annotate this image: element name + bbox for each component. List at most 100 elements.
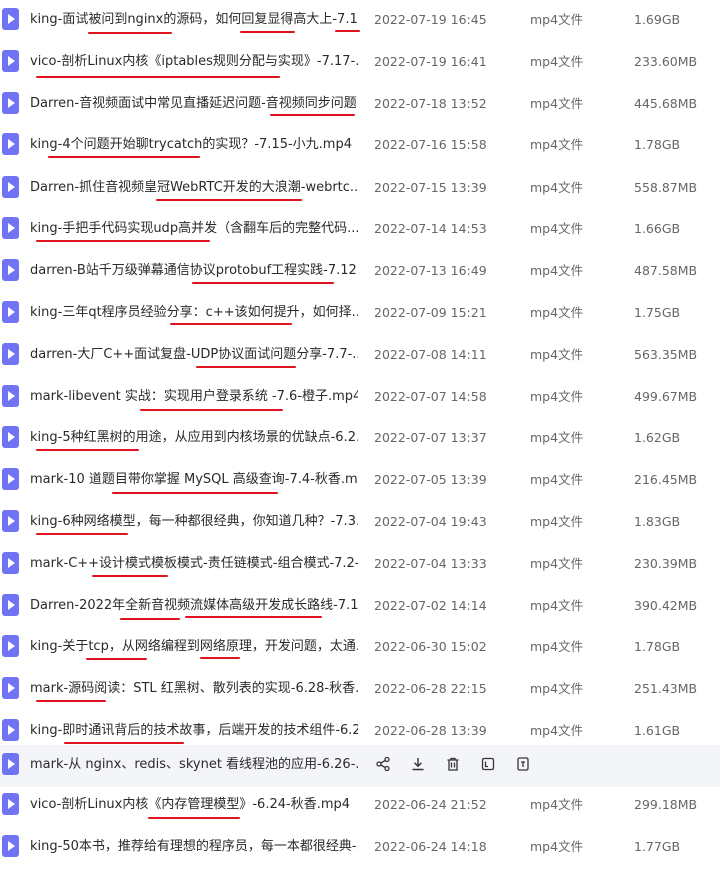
file-name[interactable]: king-即时通讯背后的技术故事，后端开发的技术组件-6.2...	[30, 722, 358, 740]
file-row[interactable]: mark-源码阅读：STL 红黑树、散列表的实现-6.28-秋香... 2022-…	[0, 669, 720, 711]
file-type: mp4文件	[530, 723, 584, 738]
file-row[interactable]: king-50本书，推荐给有理想的程序员，每一本都很经典-... 2022-06-…	[0, 827, 720, 869]
video-file-icon	[2, 753, 19, 775]
file-type: mp4文件	[530, 389, 584, 404]
file-row[interactable]: Darren-音视频面试中常见直播延迟问题-音视频同步问题... 2022-07-…	[0, 84, 720, 126]
file-type: mp4文件	[530, 96, 584, 111]
file-row[interactable]: Darren-2022年全新音视频流媒体高级开发成长路线-7.1-... 2022…	[0, 586, 720, 628]
red-annotation-underline	[156, 199, 302, 201]
file-date: 2022-07-02 14:14	[374, 598, 487, 613]
video-file-icon	[2, 8, 19, 30]
file-date: 2022-07-19 16:41	[374, 54, 487, 69]
file-name[interactable]: vico-剖析Linux内核《iptables规则分配与实现》-7.17-...	[30, 53, 358, 71]
file-row[interactable]: king-6种网络模型，每一种都很经典，你知道几种？-7.3... 2022-07…	[0, 502, 720, 544]
file-type: mp4文件	[530, 221, 584, 236]
video-file-icon	[2, 385, 19, 407]
file-name[interactable]: darren-B站千万级弹幕通信协议protobuf工程实践-7.12...	[30, 262, 358, 280]
file-name[interactable]: darren-大厂C++面试复盘-UDP协议面试问题分享-7.7-...	[30, 346, 358, 364]
more-icon	[515, 756, 531, 776]
video-file-icon	[2, 793, 19, 815]
file-date: 2022-07-19 16:45	[374, 12, 487, 27]
file-row[interactable]: mark-libevent 实战：实现用户登录系统 -7.6-橙子.mp4 202…	[0, 377, 720, 419]
video-file-icon	[2, 217, 19, 239]
file-size: 499.67MB	[634, 389, 698, 404]
file-name[interactable]: mark-libevent 实战：实现用户登录系统 -7.6-橙子.mp4	[30, 388, 358, 406]
download-button[interactable]	[407, 755, 429, 777]
file-size: 487.58MB	[634, 263, 698, 278]
file-name[interactable]: king-三年qt程序员经验分享：c++该如何提升，如何择...	[30, 304, 358, 322]
file-row[interactable]: king-面试被问到nginx的源码，如何回复显得高大上-7.1... 2022-…	[0, 0, 720, 42]
file-type: mp4文件	[530, 472, 584, 487]
video-file-icon	[2, 510, 19, 532]
file-row[interactable]: king-三年qt程序员经验分享：c++该如何提升，如何择... 2022-07-…	[0, 293, 720, 335]
video-file-icon	[2, 426, 19, 448]
file-row[interactable]: king-手把手代码实现udp高并发（含翻车后的完整代码... 2022-07-1…	[0, 209, 720, 251]
video-file-icon	[2, 301, 19, 323]
video-file-icon	[2, 552, 19, 574]
file-list: king-面试被问到nginx的源码，如何回复显得高大上-7.1... 2022-…	[0, 0, 720, 865]
file-row[interactable]: king-5种红黑树的用途，从应用到内核场景的优缺点-6.2... 2022-07…	[0, 418, 720, 460]
red-annotation-underline	[36, 76, 280, 78]
delete-icon	[445, 756, 461, 776]
file-name[interactable]: king-5种红黑树的用途，从应用到内核场景的优缺点-6.2...	[30, 429, 358, 447]
text-extract-button[interactable]	[477, 755, 499, 777]
file-name[interactable]: mark-10 道题目带你掌握 MySQL 高级查询-7.4-秋香.m...	[30, 471, 358, 489]
red-annotation-underline	[86, 658, 147, 660]
video-file-icon	[2, 259, 19, 281]
file-size: 233.60MB	[634, 54, 698, 69]
red-annotation-underline	[240, 31, 295, 33]
file-date: 2022-07-07 14:58	[374, 389, 487, 404]
file-name[interactable]: vico-剖析Linux内核《内存管理模型》-6.24-秋香.mp4	[30, 796, 358, 814]
file-name[interactable]: king-6种网络模型，每一种都很经典，你知道几种？-7.3...	[30, 513, 358, 531]
video-file-icon	[2, 594, 19, 616]
file-date: 2022-06-24 14:18	[374, 839, 487, 854]
file-row[interactable]: mark-C++设计模式模板模式-责任链模式-组合模式-7.2-... 2022-…	[0, 544, 720, 586]
file-date: 2022-06-28 13:39	[374, 723, 487, 738]
file-size: 390.42MB	[634, 598, 698, 613]
file-name[interactable]: king-手把手代码实现udp高并发（含翻车后的完整代码...	[30, 220, 358, 238]
file-name[interactable]: king-50本书，推荐给有理想的程序员，每一本都很经典-...	[30, 838, 358, 856]
share-icon	[375, 756, 391, 776]
file-row[interactable]: king-4个问题开始聊trycatch的实现？-7.15-小九.mp4 2022…	[0, 125, 720, 167]
share-button[interactable]	[372, 755, 394, 777]
red-annotation-underline	[112, 492, 278, 494]
file-type: mp4文件	[530, 12, 584, 27]
video-file-icon	[2, 176, 19, 198]
file-date: 2022-07-15 13:39	[374, 180, 487, 195]
file-name[interactable]: mark-C++设计模式模板模式-责任链模式-组合模式-7.2-...	[30, 555, 358, 573]
red-annotation-underline	[335, 30, 360, 32]
file-type: mp4文件	[530, 305, 584, 320]
file-size: 1.78GB	[634, 137, 681, 152]
file-size: 1.78GB	[634, 639, 681, 654]
file-date: 2022-07-09 15:21	[374, 305, 487, 320]
red-annotation-underline	[170, 323, 292, 325]
video-file-icon	[2, 50, 19, 72]
file-name[interactable]: king-4个问题开始聊trycatch的实现？-7.15-小九.mp4	[30, 136, 358, 154]
red-annotation-underline	[36, 240, 210, 242]
file-row[interactable]: vico-剖析Linux内核《iptables规则分配与实现》-7.17-...…	[0, 42, 720, 84]
file-name[interactable]: mark-源码阅读：STL 红黑树、散列表的实现-6.28-秋香...	[30, 680, 358, 698]
file-row[interactable]: vico-剖析Linux内核《内存管理模型》-6.24-秋香.mp4 2022-0…	[0, 785, 720, 827]
file-type: mp4文件	[530, 556, 584, 571]
red-annotation-underline	[148, 817, 240, 819]
file-type: mp4文件	[530, 347, 584, 362]
file-date: 2022-06-28 22:15	[374, 681, 487, 696]
file-name[interactable]: mark-从 nginx、redis、skynet 看线程池的应用-6.26-.…	[30, 756, 358, 774]
more-button[interactable]	[512, 755, 534, 777]
file-row[interactable]: mark-从 nginx、redis、skynet 看线程池的应用-6.26-.…	[0, 745, 720, 787]
video-file-icon	[2, 133, 19, 155]
file-row[interactable]: mark-10 道题目带你掌握 MySQL 高级查询-7.4-秋香.m... 20…	[0, 460, 720, 502]
red-annotation-underline	[200, 657, 240, 659]
file-date: 2022-06-30 15:02	[374, 639, 487, 654]
file-name[interactable]: king-面试被问到nginx的源码，如何回复显得高大上-7.1...	[30, 11, 358, 29]
delete-button[interactable]	[442, 755, 464, 777]
file-name[interactable]: Darren-2022年全新音视频流媒体高级开发成长路线-7.1-...	[30, 597, 358, 615]
red-annotation-underline	[140, 409, 283, 411]
file-name[interactable]: king-关于tcp，从网络编程到网络原理，开发问题，太通...	[30, 638, 358, 656]
file-name[interactable]: Darren-音视频面试中常见直播延迟问题-音视频同步问题...	[30, 95, 358, 113]
file-row[interactable]: darren-大厂C++面试复盘-UDP协议面试问题分享-7.7-... 2022…	[0, 335, 720, 377]
file-row[interactable]: king-关于tcp，从网络编程到网络原理，开发问题，太通... 2022-06-…	[0, 627, 720, 669]
file-row[interactable]: darren-B站千万级弹幕通信协议protobuf工程实践-7.12... 20…	[0, 251, 720, 293]
file-row[interactable]: Darren-抓住音视频皇冠WebRTC开发的大浪潮-webrtc... 2022…	[0, 168, 720, 210]
file-name[interactable]: Darren-抓住音视频皇冠WebRTC开发的大浪潮-webrtc...	[30, 179, 358, 197]
